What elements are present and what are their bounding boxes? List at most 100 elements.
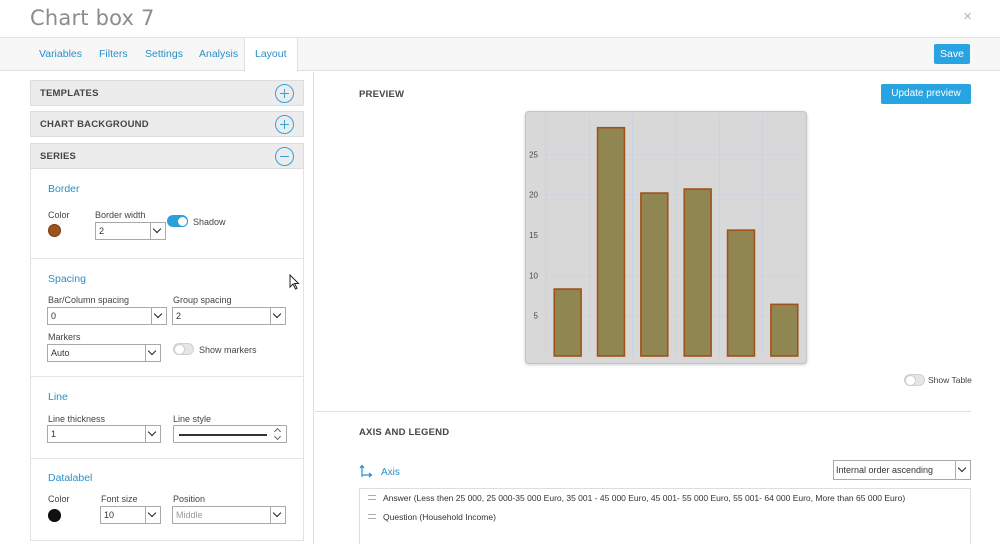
border-color-swatch[interactable] <box>48 224 61 237</box>
axis-legend-heading: AXIS AND LEGEND <box>359 427 450 438</box>
border-width-select[interactable]: 2 <box>95 222 166 240</box>
tab-layout[interactable]: Layout <box>244 38 298 72</box>
drag-handle-icon[interactable] <box>368 495 376 500</box>
chart-preview: 5 10 15 20 25 <box>525 111 807 364</box>
font-size-label: Font size <box>101 494 138 504</box>
datalabel-color-swatch[interactable] <box>48 509 61 522</box>
show-markers-toggle[interactable] <box>173 343 194 355</box>
group-spacing-select[interactable]: 2 <box>172 307 286 325</box>
bar-spacing-value: 0 <box>51 311 57 321</box>
line-style-preview <box>179 434 267 436</box>
axis-swap-icon[interactable] <box>359 464 373 478</box>
y-tick-label: 5 <box>534 312 539 321</box>
toggle-knob <box>174 344 185 355</box>
show-table-toggle[interactable] <box>904 374 925 386</box>
markers-value: Auto <box>51 348 70 358</box>
bar-spacing-label: Bar/Column spacing <box>48 295 130 305</box>
expand-plus-icon[interactable] <box>275 84 294 103</box>
font-size-value: 10 <box>104 510 115 520</box>
axis-list-item[interactable]: Answer (Less then 25 000, 25 000-35 000 … <box>368 493 905 507</box>
show-markers-label: Show markers <box>199 345 257 355</box>
templates-accordion-label: TEMPLATES <box>40 88 99 99</box>
chevron-down-icon <box>270 507 285 523</box>
line-thickness-label: Line thickness <box>48 414 106 424</box>
font-size-select[interactable]: 10 <box>100 506 161 524</box>
line-thickness-select[interactable]: 1 <box>47 425 161 443</box>
chart-background-accordion-label: CHART BACKGROUND <box>40 119 149 130</box>
chevron-down-icon <box>145 507 160 523</box>
border-width-label: Border width <box>95 210 146 220</box>
border-section-title: Border <box>48 183 80 195</box>
border-width-value: 2 <box>99 226 105 236</box>
tab-filters[interactable]: Filters <box>99 38 128 71</box>
update-preview-button[interactable]: Update preview <box>881 84 971 104</box>
shadow-label: Shadow <box>193 217 226 227</box>
chart-background-accordion[interactable]: CHART BACKGROUND <box>30 111 304 137</box>
y-tick-label: 20 <box>529 191 538 200</box>
chart-bar <box>726 229 756 357</box>
datalabel-color-label: Color <box>48 494 70 504</box>
expand-plus-icon[interactable] <box>275 115 294 134</box>
chevron-down-icon <box>145 345 160 361</box>
position-label: Position <box>173 494 206 504</box>
section-divider <box>315 411 971 412</box>
position-value: Middle <box>176 510 203 520</box>
chart-bar <box>553 288 582 357</box>
chart-bar <box>596 126 626 357</box>
chevron-down-icon <box>270 308 285 324</box>
collapse-minus-icon[interactable] <box>275 147 294 166</box>
tab-settings[interactable]: Settings <box>145 38 183 71</box>
y-tick-label: 25 <box>529 150 538 159</box>
line-thickness-value: 1 <box>51 429 57 439</box>
close-icon[interactable]: × <box>963 9 972 24</box>
chevron-down-icon <box>151 308 166 324</box>
spinner-icon <box>273 428 282 440</box>
save-button[interactable]: Save <box>934 44 970 64</box>
axis-order-value: Internal order ascending <box>836 465 934 475</box>
toggle-knob <box>905 375 916 386</box>
dialog-title: Chart box 7 <box>30 6 155 30</box>
y-tick-label: 15 <box>529 231 538 240</box>
line-section-title: Line <box>48 391 68 403</box>
chart-bar <box>770 303 799 357</box>
preview-heading: PREVIEW <box>359 89 405 100</box>
series-accordion-label: SERIES <box>40 151 77 162</box>
chevron-down-icon <box>955 461 970 479</box>
drag-handle-icon[interactable] <box>368 514 376 519</box>
line-style-picker[interactable] <box>173 425 287 443</box>
series-accordion[interactable]: SERIES <box>30 143 304 169</box>
chart-bar <box>683 188 712 357</box>
chart-bar <box>640 192 669 357</box>
bar-spacing-select[interactable]: 0 <box>47 307 167 325</box>
axis-items-list: Answer (Less then 25 000, 25 000-35 000 … <box>359 488 971 544</box>
toggle-knob <box>177 216 188 227</box>
axis-list-item[interactable]: Question (Household Income) <box>368 512 496 526</box>
axis-order-select[interactable]: Internal order ascending <box>833 460 971 480</box>
section-divider <box>31 376 303 377</box>
group-spacing-label: Group spacing <box>173 295 232 305</box>
tab-variables[interactable]: Variables <box>39 38 82 71</box>
markers-label: Markers <box>48 332 81 342</box>
spacing-section-title: Spacing <box>48 273 86 285</box>
shadow-toggle[interactable] <box>167 215 188 227</box>
y-tick-label: 10 <box>529 271 538 280</box>
tab-bar: Variables Filters Settings Analysis Layo… <box>0 38 1000 72</box>
chevron-down-icon <box>150 223 165 239</box>
bar-chart: 5 10 15 20 25 <box>529 114 807 357</box>
datalabel-section-title: Datalabel <box>48 472 93 484</box>
show-table-label: Show Table <box>928 375 972 385</box>
templates-accordion[interactable]: TEMPLATES <box>30 80 304 106</box>
section-divider <box>31 458 303 459</box>
dialog-titlebar: Chart box 7 × <box>0 0 1000 38</box>
section-divider <box>31 258 303 259</box>
chevron-down-icon <box>145 426 160 442</box>
position-select[interactable]: Middle <box>172 506 286 524</box>
tab-analysis[interactable]: Analysis <box>199 38 238 71</box>
markers-select[interactable]: Auto <box>47 344 161 362</box>
mouse-pointer-icon <box>289 274 300 290</box>
axis-link[interactable]: Axis <box>381 467 400 478</box>
group-spacing-value: 2 <box>176 311 182 321</box>
line-style-label: Line style <box>173 414 212 424</box>
axis-item-text: Question (Household Income) <box>383 512 496 522</box>
axis-item-text: Answer (Less then 25 000, 25 000-35 000 … <box>383 493 906 503</box>
